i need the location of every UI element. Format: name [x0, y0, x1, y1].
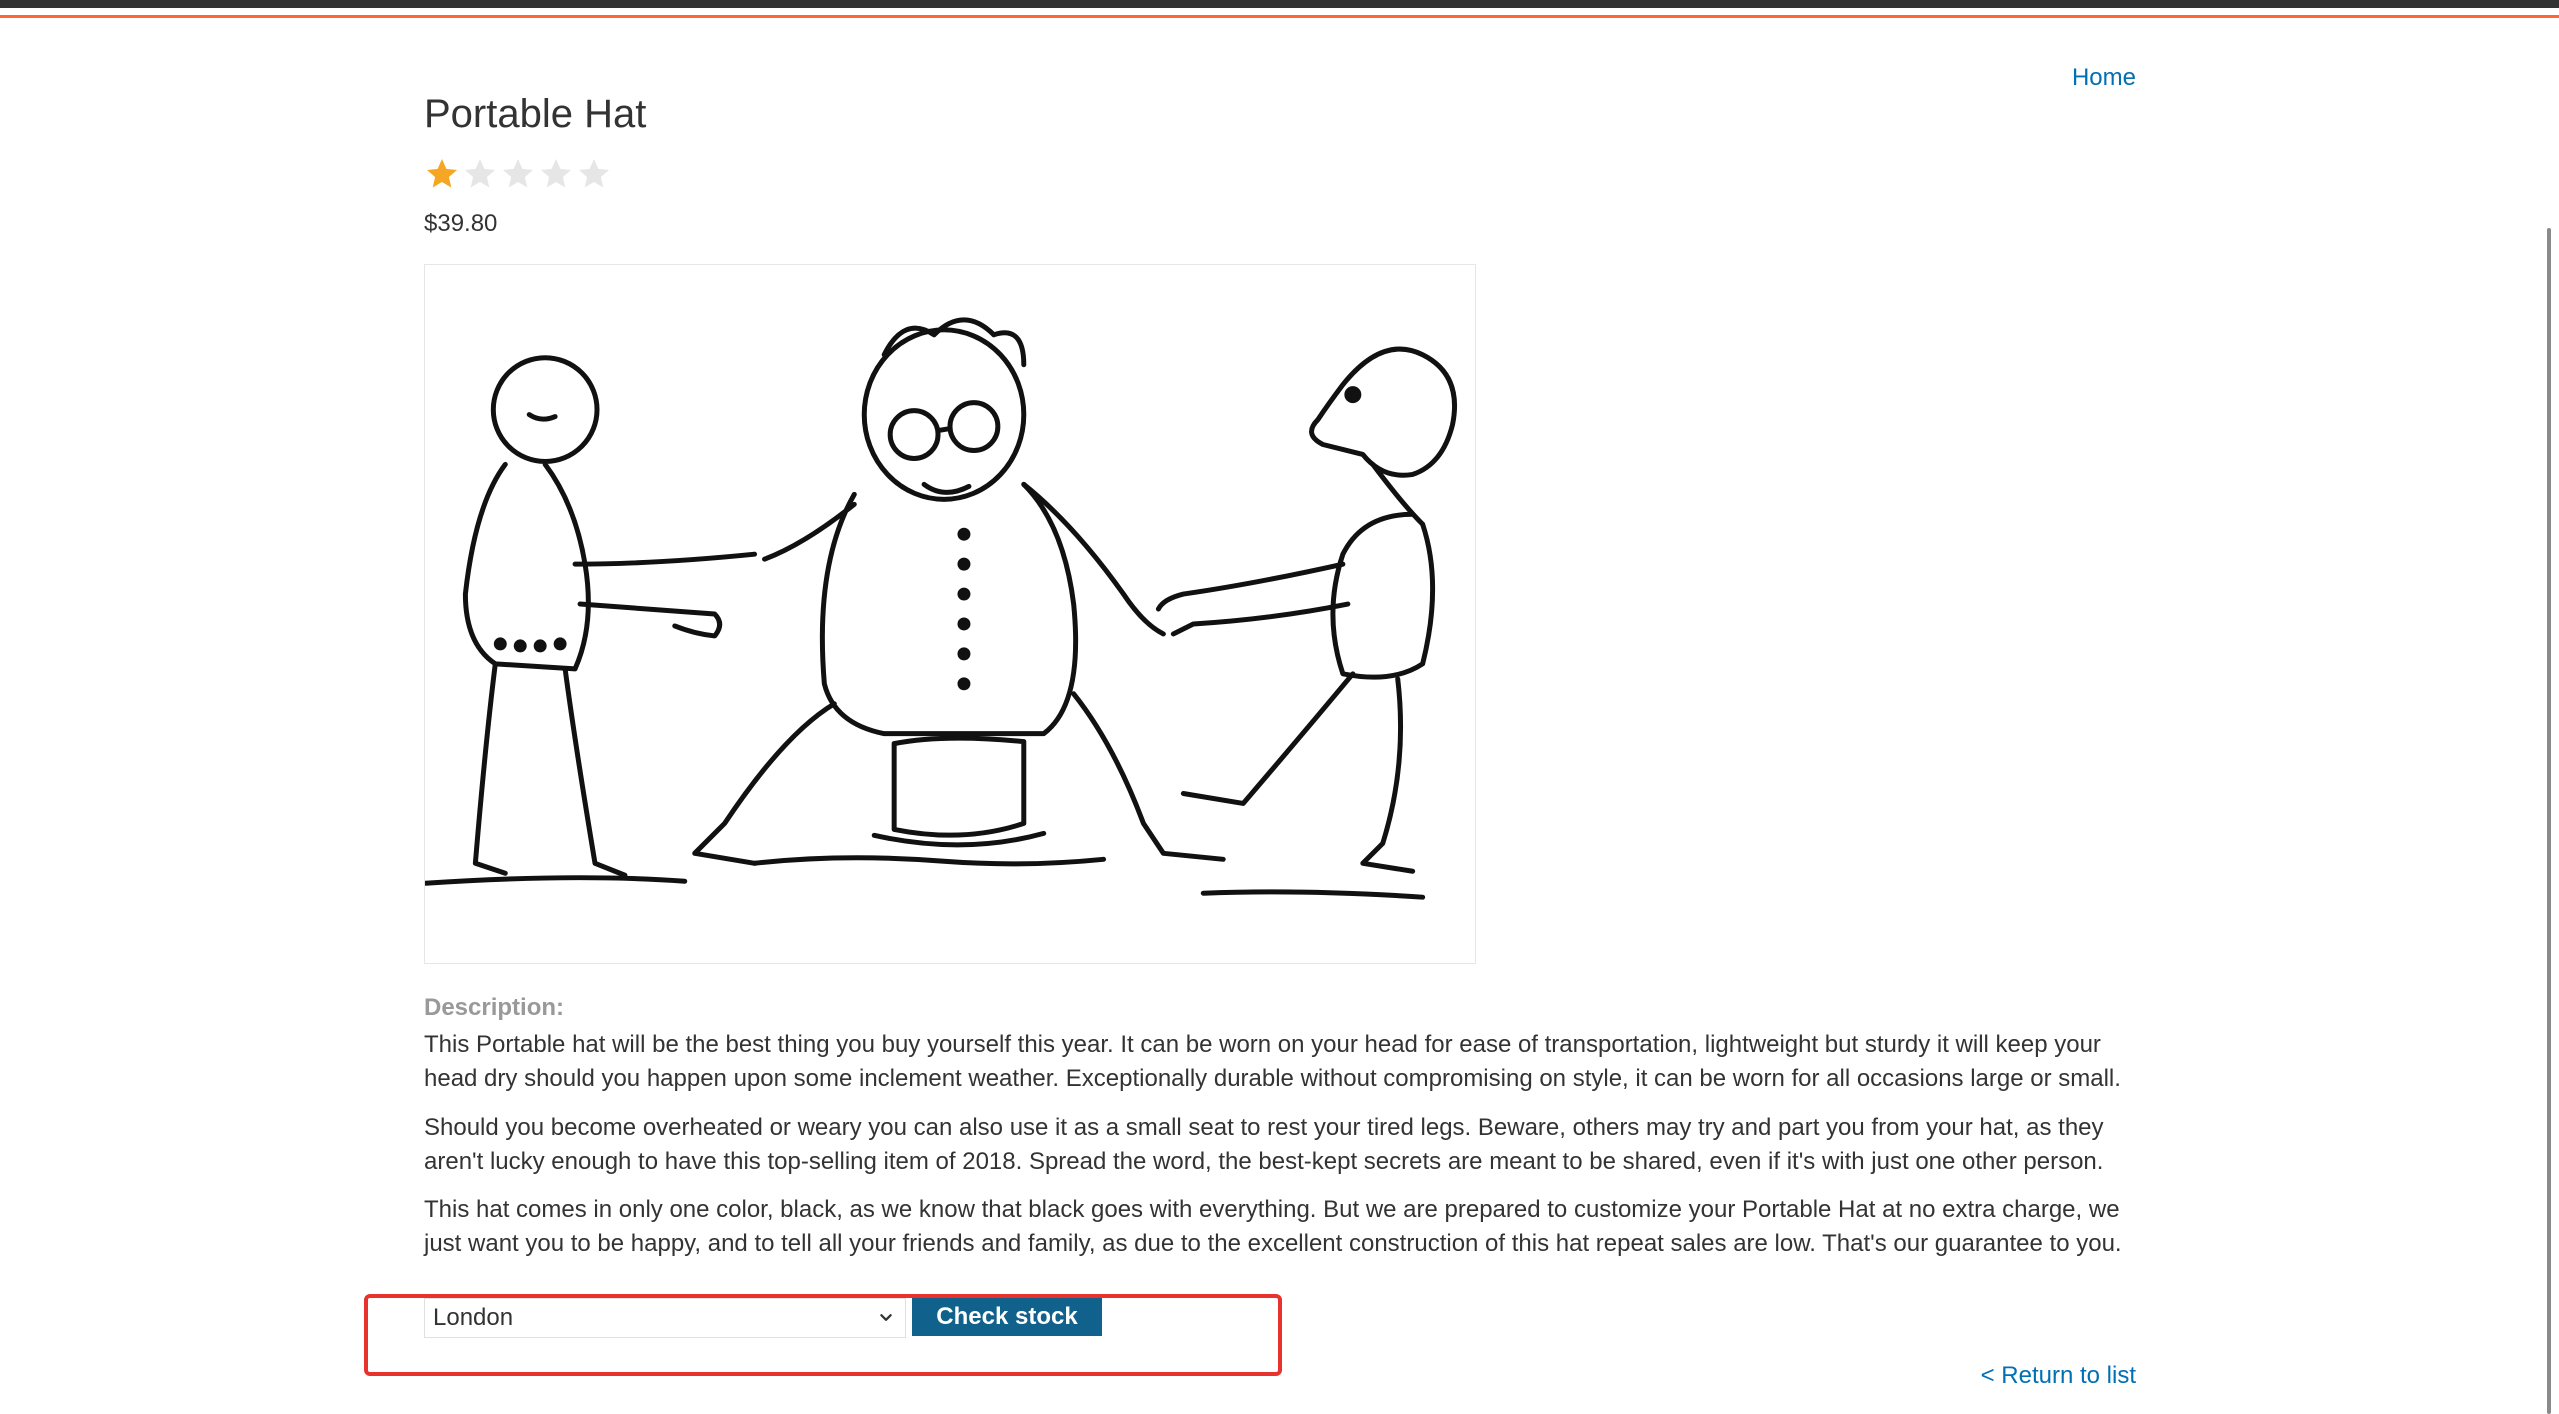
product-price: $39.80	[424, 210, 498, 237]
scrollbar-thumb[interactable]	[2547, 228, 2551, 1414]
star-empty-icon	[541, 159, 571, 188]
check-stock-button[interactable]: Check stock	[912, 1298, 1102, 1336]
description-paragraph: This hat comes in only one color, black,…	[424, 1196, 2122, 1257]
illustration-people-pulling-man-off-hat-icon	[425, 317, 1458, 900]
star-empty-icon	[465, 159, 495, 188]
scrollbar[interactable]	[2539, 18, 2559, 1414]
product-title: Portable Hat	[424, 92, 647, 136]
description-paragraph: This Portable hat will be the best thing…	[424, 1031, 2121, 1092]
chevron-down-icon	[880, 1314, 892, 1321]
description-label: Description:	[424, 994, 565, 1021]
product-image	[424, 264, 1476, 964]
home-link[interactable]: Home	[2040, 64, 2136, 92]
star-filled-icon	[427, 159, 457, 188]
store-select-value: London	[433, 1304, 514, 1331]
header-dark-bar	[0, 0, 2559, 8]
star-empty-icon	[579, 159, 609, 188]
return-to-list-link[interactable]: < Return to list	[1960, 1362, 2136, 1390]
header-accent-bar	[0, 15, 2559, 18]
store-select[interactable]: London	[424, 1298, 906, 1338]
star-empty-icon	[503, 159, 533, 188]
star-rating	[424, 156, 612, 192]
description-paragraph: Should you become overheated or weary yo…	[424, 1114, 2104, 1175]
